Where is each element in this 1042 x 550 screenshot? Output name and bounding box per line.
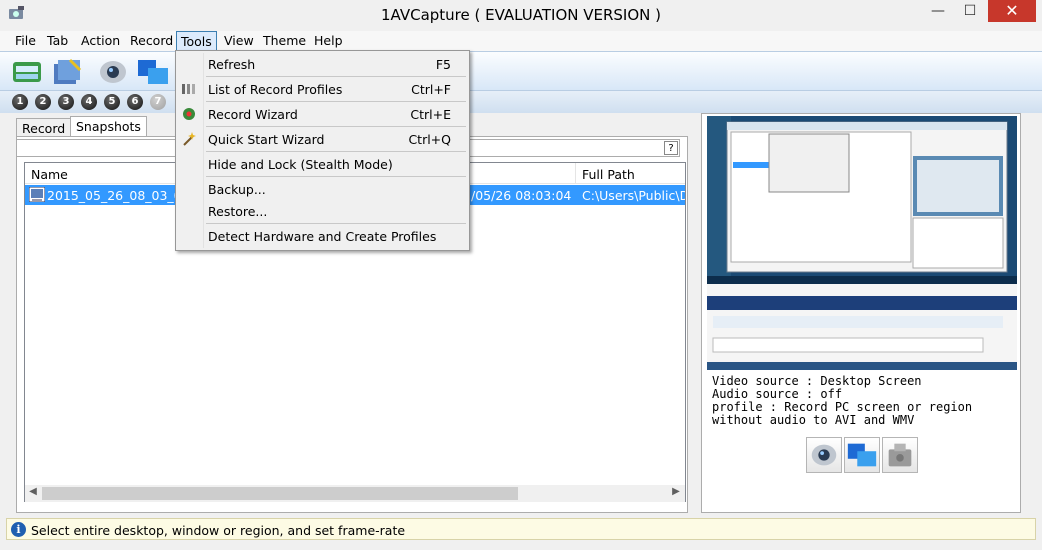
device-capture-button[interactable] xyxy=(882,437,918,473)
menu-bar: File Tab Action Record Tools View Theme … xyxy=(0,31,1042,51)
menu-item-record-profiles[interactable]: List of Record Profiles Ctrl+F xyxy=(176,78,469,100)
menu-tab[interactable]: Tab xyxy=(47,33,68,48)
scroll-left-icon[interactable]: ◀ xyxy=(25,486,41,497)
toolbar xyxy=(0,51,1042,91)
column-full-path[interactable]: Full Path xyxy=(582,167,635,182)
menu-item-shortcut: Ctrl+E xyxy=(410,107,451,122)
magic-wand-icon xyxy=(183,132,196,146)
status-text: Select entire desktop, window or region,… xyxy=(31,523,406,538)
profile-number-bar: 1 2 3 4 5 6 7 xyxy=(0,91,1042,113)
menu-view[interactable]: View xyxy=(224,33,254,48)
menu-item-backup[interactable]: Backup... xyxy=(176,178,469,200)
info-icon: i xyxy=(11,522,26,537)
menu-separator xyxy=(206,223,466,224)
menu-item-shortcut: Ctrl+Q xyxy=(408,132,451,147)
menu-item-stealth-mode[interactable]: Hide and Lock (Stealth Mode) xyxy=(176,153,469,175)
profile-2-button[interactable]: 2 xyxy=(35,94,51,110)
menu-item-label: Backup... xyxy=(208,182,266,197)
column-divider[interactable] xyxy=(575,163,576,184)
profiles-list-icon xyxy=(182,84,195,94)
title-bar: 1AVCapture ( EVALUATION VERSION ) — ☐ ✕ xyxy=(0,0,1042,31)
tray-icon[interactable] xyxy=(10,56,44,88)
menu-item-quick-start-wizard[interactable]: Quick Start Wizard Ctrl+Q xyxy=(176,128,469,150)
profile-1-button[interactable]: 1 xyxy=(12,94,28,110)
menu-separator xyxy=(206,76,466,77)
vertical-scrollbar[interactable] xyxy=(1022,113,1036,513)
close-button[interactable]: ✕ xyxy=(988,0,1036,22)
menu-theme[interactable]: Theme xyxy=(263,33,306,48)
column-name[interactable]: Name xyxy=(31,167,68,182)
menu-separator xyxy=(206,101,466,102)
menu-separator xyxy=(206,126,466,127)
menu-item-shortcut: Ctrl+F xyxy=(411,82,451,97)
profile-5-button[interactable]: 5 xyxy=(104,94,120,110)
menu-item-label: Quick Start Wizard xyxy=(208,132,325,147)
filter-help-button[interactable]: ? xyxy=(664,141,678,155)
tools-dropdown-menu: Refresh F5 List of Record Profiles Ctrl+… xyxy=(175,50,470,251)
menu-item-record-wizard[interactable]: Record Wizard Ctrl+E xyxy=(176,103,469,125)
record-wizard-icon xyxy=(183,108,195,120)
menu-item-label: Detect Hardware and Create Profiles xyxy=(208,229,437,244)
profile-3-button[interactable]: 3 xyxy=(58,94,74,110)
menu-item-label: Restore... xyxy=(208,204,268,219)
webcam-button[interactable] xyxy=(806,437,842,473)
menu-item-shortcut: F5 xyxy=(435,57,451,72)
menu-item-refresh[interactable]: Refresh F5 xyxy=(176,53,469,75)
menu-item-detect-hardware[interactable]: Detect Hardware and Create Profiles xyxy=(176,225,469,247)
menu-action[interactable]: Action xyxy=(81,33,120,48)
menu-item-label: Record Wizard xyxy=(208,107,298,122)
source-info: Video source : Desktop Screen Audio sour… xyxy=(712,375,1012,427)
profile-7-button[interactable]: 7 xyxy=(150,94,166,110)
profile-4-button[interactable]: 4 xyxy=(81,94,97,110)
menu-file[interactable]: File xyxy=(15,33,36,48)
maximize-button[interactable]: ☐ xyxy=(956,0,984,22)
profile-6-button[interactable]: 6 xyxy=(127,94,143,110)
tab-snapshots[interactable]: Snapshots xyxy=(70,116,147,137)
webcam-icon[interactable] xyxy=(96,56,130,88)
cell-date: /05/26 08:03:04 xyxy=(471,188,572,203)
menu-separator xyxy=(206,176,466,177)
cell-name: 2015_05_26_08_03_0 xyxy=(47,188,177,203)
minimize-button[interactable]: — xyxy=(924,0,952,22)
menu-item-label: Refresh xyxy=(208,57,256,72)
menu-item-label: Hide and Lock (Stealth Mode) xyxy=(208,157,393,172)
video-file-icon xyxy=(29,187,45,202)
menu-record[interactable]: Record xyxy=(130,33,173,48)
cell-path: C:\Users\Public\D xyxy=(582,188,685,203)
horizontal-scrollbar[interactable]: ◀ ▶ xyxy=(25,485,685,502)
menu-item-restore[interactable]: Restore... xyxy=(176,200,469,222)
wizard-icon[interactable] xyxy=(50,56,84,88)
profile-text: profile : Record PC screen or region wit… xyxy=(712,400,973,427)
screen-capture-icon[interactable] xyxy=(136,56,170,88)
menu-separator xyxy=(206,151,466,152)
desktop-preview-thumbnail xyxy=(707,116,1017,370)
window-title: 1AVCapture ( EVALUATION VERSION ) xyxy=(381,6,661,24)
menu-tools[interactable]: Tools xyxy=(176,31,217,51)
preview-pane: Video source : Desktop Screen Audio sour… xyxy=(701,113,1021,513)
scroll-thumb[interactable] xyxy=(42,487,518,500)
status-bar: i Select entire desktop, window or regio… xyxy=(6,518,1036,540)
tab-record[interactable]: Record xyxy=(16,118,72,136)
screen-capture-button[interactable] xyxy=(844,437,880,473)
scroll-right-icon[interactable]: ▶ xyxy=(668,486,684,497)
menu-help[interactable]: Help xyxy=(314,33,343,48)
menu-item-label: List of Record Profiles xyxy=(208,82,343,97)
